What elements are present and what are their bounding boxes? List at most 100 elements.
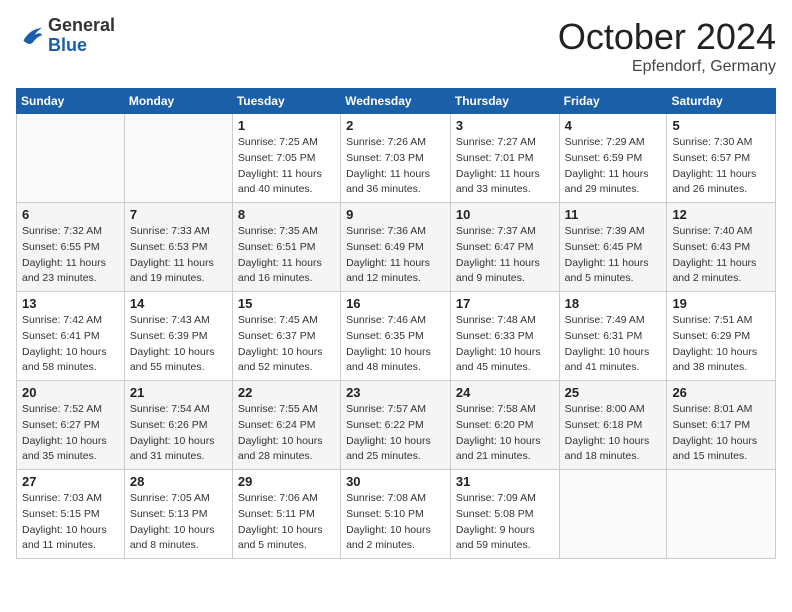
day-info: Sunrise: 7:48 AMSunset: 6:33 PMDaylight:… <box>456 313 554 376</box>
calendar-day-cell: 4 Sunrise: 7:29 AMSunset: 6:59 PMDaylight… <box>559 114 667 203</box>
month-title: October 2024 <box>558 16 776 58</box>
day-info: Sunrise: 7:03 AMSunset: 5:15 PMDaylight:… <box>22 491 119 554</box>
day-info: Sunrise: 7:52 AMSunset: 6:27 PMDaylight:… <box>22 402 119 465</box>
day-info: Sunrise: 7:36 AMSunset: 6:49 PMDaylight:… <box>346 224 445 287</box>
calendar-day-cell: 16Sunrise: 7:46 AMSunset: 6:35 PMDayligh… <box>341 292 451 381</box>
day-info: Sunrise: 7:51 AMSunset: 6:29 PMDaylight:… <box>672 313 770 376</box>
day-info: Sunrise: 7:33 AMSunset: 6:53 PMDaylight:… <box>130 224 227 287</box>
weekday-header-wednesday: Wednesday <box>341 89 451 114</box>
day-info: Sunrise: 7:39 AMSunset: 6:45 PMDaylight:… <box>565 224 662 287</box>
calendar-day-cell: 15 Sunrise: 7:45 AMSunset: 6:37 PMDayligh… <box>232 292 340 381</box>
calendar-day-cell <box>559 470 667 559</box>
calendar-day-cell: 21 Sunrise: 7:54 AMSunset: 6:26 PMDayligh… <box>124 381 232 470</box>
day-number: 7 <box>130 207 227 222</box>
calendar-day-cell: 6 Sunrise: 7:32 AMSunset: 6:55 PMDaylight… <box>17 203 125 292</box>
calendar-day-cell: 14 Sunrise: 7:43 AMSunset: 6:39 PMDayligh… <box>124 292 232 381</box>
calendar-day-cell: 30 Sunrise: 7:08 AMSunset: 5:10 PMDayligh… <box>341 470 451 559</box>
calendar-day-cell: 25Sunrise: 8:00 AMSunset: 6:18 PMDayligh… <box>559 381 667 470</box>
calendar-day-cell: 29Sunrise: 7:06 AMSunset: 5:11 PMDayligh… <box>232 470 340 559</box>
day-number: 25 <box>565 385 662 400</box>
calendar-table: SundayMondayTuesdayWednesdayThursdayFrid… <box>16 88 776 559</box>
calendar-day-cell: 5 Sunrise: 7:30 AMSunset: 6:57 PMDaylight… <box>667 114 776 203</box>
day-number: 1 <box>238 118 335 133</box>
day-info: Sunrise: 7:58 AMSunset: 6:20 PMDaylight:… <box>456 402 554 465</box>
logo-bird-icon <box>16 22 44 50</box>
calendar-day-cell: 31 Sunrise: 7:09 AMSunset: 5:08 PMDayligh… <box>450 470 559 559</box>
day-info: Sunrise: 7:49 AMSunset: 6:31 PMDaylight:… <box>565 313 662 376</box>
day-info: Sunrise: 7:45 AMSunset: 6:37 PMDaylight:… <box>238 313 335 376</box>
calendar-day-cell: 28Sunrise: 7:05 AMSunset: 5:13 PMDayligh… <box>124 470 232 559</box>
day-info: Sunrise: 7:25 AMSunset: 7:05 PMDaylight:… <box>238 135 335 198</box>
day-number: 3 <box>456 118 554 133</box>
day-number: 8 <box>238 207 335 222</box>
day-number: 5 <box>672 118 770 133</box>
calendar-day-cell: 10Sunrise: 7:37 AMSunset: 6:47 PMDayligh… <box>450 203 559 292</box>
calendar-day-cell: 1 Sunrise: 7:25 AMSunset: 7:05 PMDaylight… <box>232 114 340 203</box>
calendar-day-cell: 11 Sunrise: 7:39 AMSunset: 6:45 PMDayligh… <box>559 203 667 292</box>
day-number: 6 <box>22 207 119 222</box>
day-number: 11 <box>565 207 662 222</box>
weekday-header-friday: Friday <box>559 89 667 114</box>
day-number: 15 <box>238 296 335 311</box>
weekday-header-sunday: Sunday <box>17 89 125 114</box>
day-info: Sunrise: 7:30 AMSunset: 6:57 PMDaylight:… <box>672 135 770 198</box>
calendar-day-cell: 13Sunrise: 7:42 AMSunset: 6:41 PMDayligh… <box>17 292 125 381</box>
day-info: Sunrise: 7:26 AMSunset: 7:03 PMDaylight:… <box>346 135 445 198</box>
calendar-week-row: 20Sunrise: 7:52 AMSunset: 6:27 PMDayligh… <box>17 381 776 470</box>
logo-blue-text: Blue <box>48 36 115 56</box>
day-info: Sunrise: 7:43 AMSunset: 6:39 PMDaylight:… <box>130 313 227 376</box>
day-number: 31 <box>456 474 554 489</box>
day-info: Sunrise: 7:54 AMSunset: 6:26 PMDaylight:… <box>130 402 227 465</box>
calendar-day-cell: 17 Sunrise: 7:48 AMSunset: 6:33 PMDayligh… <box>450 292 559 381</box>
calendar-day-cell: 2 Sunrise: 7:26 AMSunset: 7:03 PMDaylight… <box>341 114 451 203</box>
day-info: Sunrise: 7:46 AMSunset: 6:35 PMDaylight:… <box>346 313 445 376</box>
weekday-header-thursday: Thursday <box>450 89 559 114</box>
weekday-header-row: SundayMondayTuesdayWednesdayThursdayFrid… <box>17 89 776 114</box>
day-info: Sunrise: 7:35 AMSunset: 6:51 PMDaylight:… <box>238 224 335 287</box>
calendar-week-row: 13Sunrise: 7:42 AMSunset: 6:41 PMDayligh… <box>17 292 776 381</box>
logo: General Blue <box>16 16 115 56</box>
calendar-day-cell <box>667 470 776 559</box>
weekday-header-monday: Monday <box>124 89 232 114</box>
calendar-day-cell: 20Sunrise: 7:52 AMSunset: 6:27 PMDayligh… <box>17 381 125 470</box>
day-number: 30 <box>346 474 445 489</box>
weekday-header-saturday: Saturday <box>667 89 776 114</box>
day-info: Sunrise: 7:29 AMSunset: 6:59 PMDaylight:… <box>565 135 662 198</box>
day-info: Sunrise: 7:27 AMSunset: 7:01 PMDaylight:… <box>456 135 554 198</box>
calendar-day-cell: 8 Sunrise: 7:35 AMSunset: 6:51 PMDaylight… <box>232 203 340 292</box>
day-number: 27 <box>22 474 119 489</box>
day-number: 13 <box>22 296 119 311</box>
day-number: 29 <box>238 474 335 489</box>
day-info: Sunrise: 7:08 AMSunset: 5:10 PMDaylight:… <box>346 491 445 554</box>
day-info: Sunrise: 8:01 AMSunset: 6:17 PMDaylight:… <box>672 402 770 465</box>
location-title: Epfendorf, Germany <box>558 58 776 76</box>
day-number: 19 <box>672 296 770 311</box>
day-number: 24 <box>456 385 554 400</box>
title-block: October 2024 Epfendorf, Germany <box>558 16 776 76</box>
calendar-day-cell: 22Sunrise: 7:55 AMSunset: 6:24 PMDayligh… <box>232 381 340 470</box>
day-number: 2 <box>346 118 445 133</box>
day-info: Sunrise: 7:09 AMSunset: 5:08 PMDaylight:… <box>456 491 554 554</box>
day-number: 26 <box>672 385 770 400</box>
calendar-week-row: 27 Sunrise: 7:03 AMSunset: 5:15 PMDayligh… <box>17 470 776 559</box>
day-info: Sunrise: 7:32 AMSunset: 6:55 PMDaylight:… <box>22 224 119 287</box>
day-number: 4 <box>565 118 662 133</box>
calendar-day-cell: 7 Sunrise: 7:33 AMSunset: 6:53 PMDaylight… <box>124 203 232 292</box>
page-header: General Blue October 2024 Epfendorf, Ger… <box>16 16 776 76</box>
day-number: 14 <box>130 296 227 311</box>
day-info: Sunrise: 7:57 AMSunset: 6:22 PMDaylight:… <box>346 402 445 465</box>
logo-general-text: General <box>48 16 115 36</box>
calendar-day-cell: 24 Sunrise: 7:58 AMSunset: 6:20 PMDayligh… <box>450 381 559 470</box>
weekday-header-tuesday: Tuesday <box>232 89 340 114</box>
day-info: Sunrise: 7:37 AMSunset: 6:47 PMDaylight:… <box>456 224 554 287</box>
calendar-week-row: 1 Sunrise: 7:25 AMSunset: 7:05 PMDaylight… <box>17 114 776 203</box>
day-number: 22 <box>238 385 335 400</box>
day-number: 17 <box>456 296 554 311</box>
calendar-day-cell: 27 Sunrise: 7:03 AMSunset: 5:15 PMDayligh… <box>17 470 125 559</box>
day-number: 21 <box>130 385 227 400</box>
calendar-week-row: 6 Sunrise: 7:32 AMSunset: 6:55 PMDaylight… <box>17 203 776 292</box>
calendar-day-cell: 18Sunrise: 7:49 AMSunset: 6:31 PMDayligh… <box>559 292 667 381</box>
day-info: Sunrise: 7:40 AMSunset: 6:43 PMDaylight:… <box>672 224 770 287</box>
calendar-day-cell: 19 Sunrise: 7:51 AMSunset: 6:29 PMDayligh… <box>667 292 776 381</box>
day-number: 9 <box>346 207 445 222</box>
